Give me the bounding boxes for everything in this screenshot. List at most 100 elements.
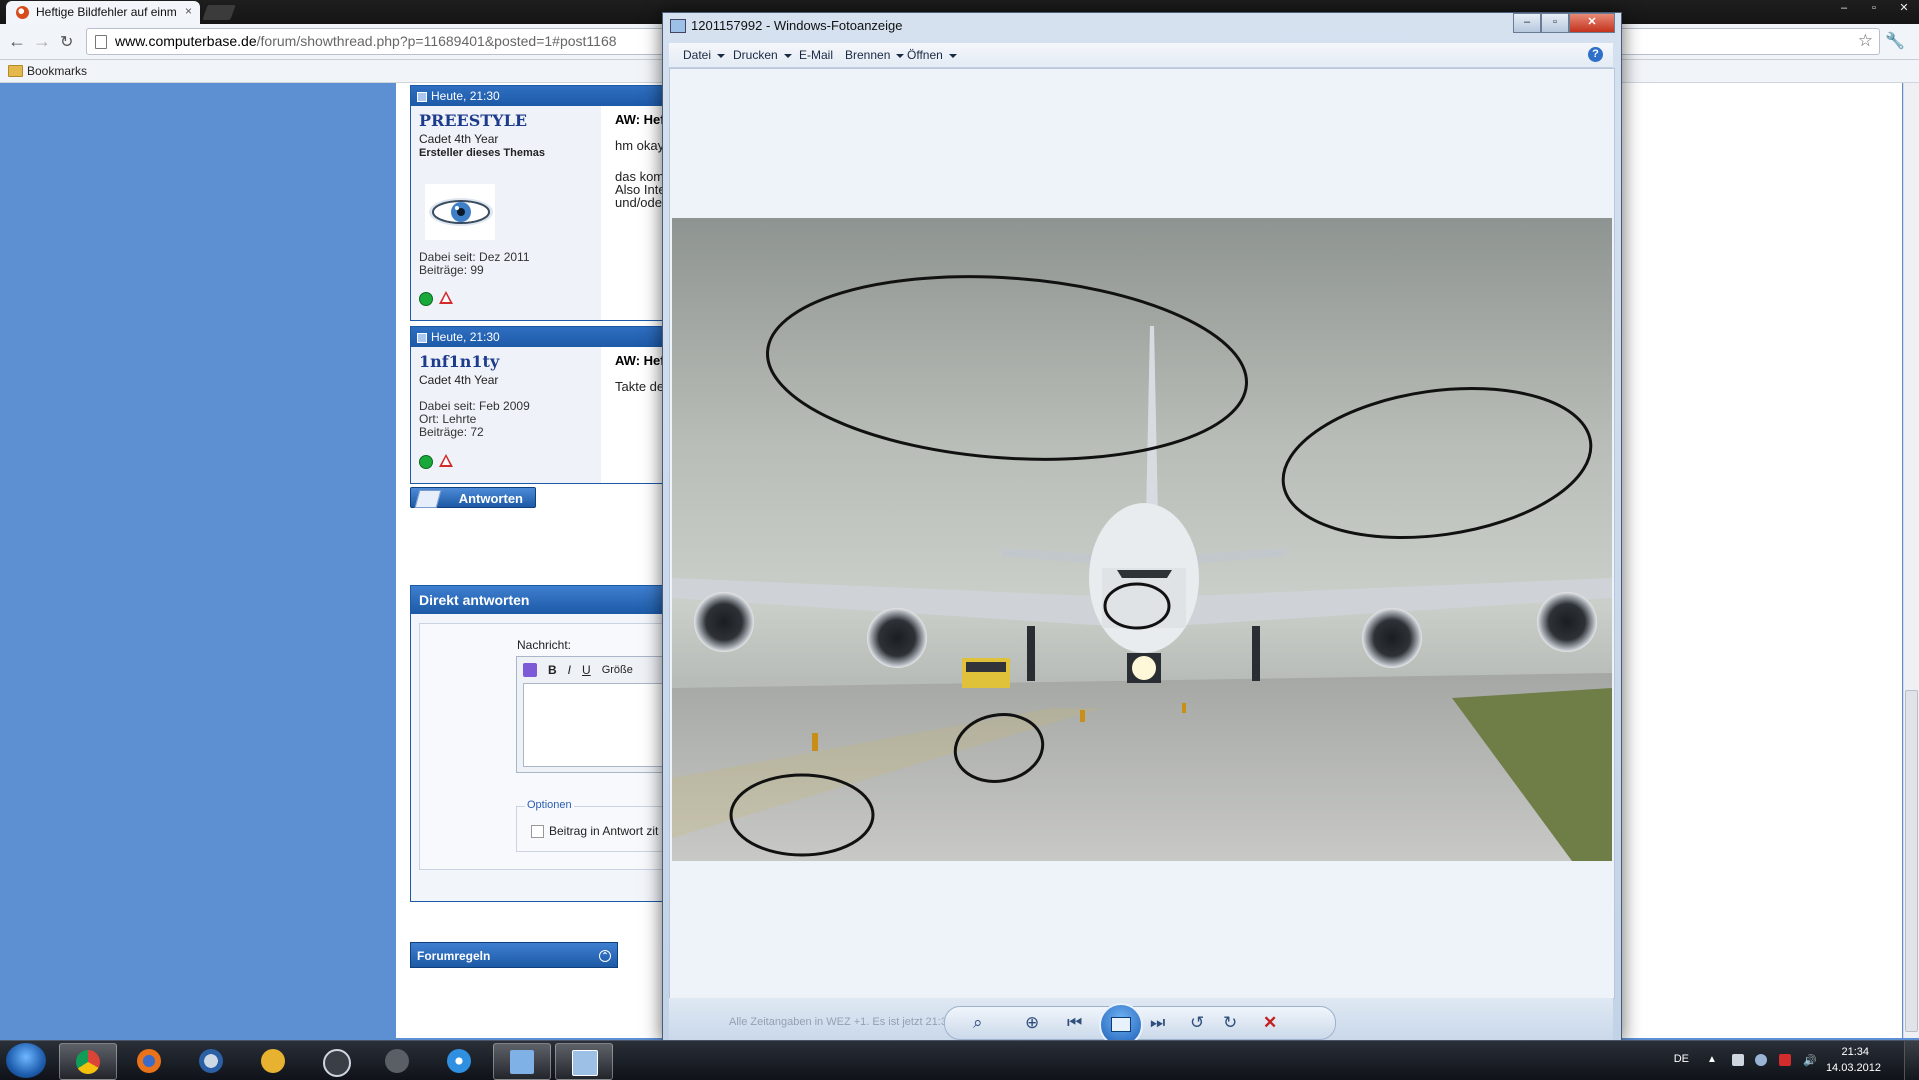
editor-toolbar: B I U Größe: [523, 663, 633, 677]
windows-taskbar: DE ▲ 🔊 21:34 14.03.2012: [0, 1040, 1919, 1080]
photo-viewer-window: 1201157992 - Windows-Fotoanzeige – ▫ ✕ D…: [662, 12, 1622, 1047]
report-warning-icon[interactable]: [439, 454, 453, 467]
taskbar-photo-viewer[interactable]: [555, 1043, 613, 1080]
post-text-line: Takte de: [615, 379, 665, 394]
post-icon: [417, 92, 427, 102]
reply-button-label: Antworten: [458, 491, 523, 506]
taskbar-steam[interactable]: [369, 1043, 425, 1078]
tray-drop-icon[interactable]: [1755, 1054, 1767, 1066]
forum-post: Heute, 21:30 1nf1n1ty Cadet 4th Year Dab…: [410, 326, 692, 484]
previous-icon[interactable]: ⏮: [1067, 1013, 1082, 1033]
menu-email[interactable]: E-Mail: [799, 48, 833, 62]
collapse-icon[interactable]: ⌃: [599, 950, 611, 962]
user-posts: Beiträge: 72: [419, 425, 484, 439]
zoom-icon[interactable]: ⌕: [973, 1013, 983, 1033]
wrench-icon[interactable]: 🔧: [1885, 31, 1905, 51]
minimize-button[interactable]: –: [1829, 0, 1859, 18]
post-title: AW: Heft: [615, 112, 669, 127]
viewer-statusbar: Alle Zeitangaben in WEZ +1. Es ist jetzt…: [669, 998, 1613, 1047]
rotate-right-icon[interactable]: ↻: [1223, 1013, 1237, 1033]
avatar: [425, 184, 495, 240]
rotate-left-icon[interactable]: ↺: [1190, 1013, 1204, 1033]
menu-brennen[interactable]: Brennen: [845, 48, 905, 62]
app-icon: [261, 1049, 285, 1073]
viewer-minimize-button[interactable]: –: [1513, 13, 1541, 33]
pen-icon: [414, 490, 442, 508]
user-rank: Cadet 4th Year: [419, 132, 499, 146]
favicon-icon: [16, 6, 29, 19]
quote-checkbox[interactable]: [531, 825, 544, 838]
reload-icon[interactable]: ↻: [60, 32, 73, 52]
tray-expand-icon[interactable]: ▲: [1707, 1054, 1719, 1066]
photo-viewer-icon: [572, 1050, 598, 1076]
tray-network-icon[interactable]: [1732, 1054, 1744, 1066]
tray-antivirus-icon[interactable]: [1779, 1054, 1791, 1066]
next-icon[interactable]: ⏭: [1150, 1013, 1165, 1033]
menu-oeffnen[interactable]: Öffnen: [907, 48, 957, 62]
help-icon[interactable]: ?: [1588, 47, 1603, 62]
message-label: Nachricht:: [517, 638, 572, 652]
options-fieldset: Optionen Beitrag in Antwort zit: [516, 799, 678, 852]
viewer-titlebar: 1201157992 - Windows-Fotoanzeige – ▫ ✕: [663, 13, 1621, 39]
taskbar-chrome[interactable]: [59, 1043, 117, 1080]
tray-volume-icon[interactable]: 🔊: [1803, 1054, 1817, 1067]
message-textarea[interactable]: [523, 683, 681, 767]
taskbar-firefox[interactable]: [121, 1043, 177, 1078]
menu-drucken[interactable]: Drucken: [733, 48, 792, 62]
online-status-icon: [419, 455, 433, 469]
back-arrow-icon[interactable]: ←: [8, 31, 26, 52]
show-desktop-button[interactable]: [1904, 1041, 1919, 1080]
viewer-maximize-button[interactable]: ▫: [1541, 13, 1569, 33]
post-username[interactable]: 1nf1n1ty: [419, 352, 499, 371]
forward-arrow-icon[interactable]: →: [33, 31, 51, 52]
delete-icon[interactable]: ✕: [1263, 1013, 1277, 1033]
folder-icon: [8, 65, 23, 77]
itunes-icon: [447, 1049, 471, 1073]
message-editor: B I U Größe: [516, 656, 681, 773]
taskbar-itunes[interactable]: [431, 1043, 487, 1078]
editor-mode-icon[interactable]: [523, 663, 537, 677]
new-tab-button[interactable]: [202, 5, 236, 20]
report-warning-icon[interactable]: [439, 291, 453, 304]
post-text-line: hm okay,: [615, 138, 667, 153]
clock-time[interactable]: 21:34: [1841, 1046, 1869, 1058]
viewer-close-button[interactable]: ✕: [1569, 13, 1615, 33]
font-size-select[interactable]: Größe: [602, 664, 633, 676]
post-userinfo: PREESTYLE Cadet 4th Year Ersteller diese…: [411, 106, 601, 320]
bold-button[interactable]: B: [548, 663, 557, 677]
maximize-button[interactable]: ▫: [1859, 0, 1889, 18]
taskbar-thunderbird[interactable]: [183, 1043, 239, 1078]
close-button[interactable]: ✕: [1889, 0, 1919, 18]
quick-reply-form: Nachricht: B I U Größe Optionen Beitrag …: [419, 623, 681, 870]
user-posts: Beiträge: 99: [419, 263, 484, 277]
forum-rules-label: Forumregeln: [417, 949, 491, 963]
menu-datei[interactable]: Datei: [683, 48, 726, 62]
quote-checkbox-label: Beitrag in Antwort zit: [549, 824, 659, 838]
underline-button[interactable]: U: [582, 663, 591, 677]
start-button[interactable]: [6, 1043, 46, 1078]
post-userinfo: 1nf1n1ty Cadet 4th Year Dabei seit: Feb …: [411, 347, 601, 483]
tab-title: Heftige Bildfehler auf einm: [36, 5, 177, 19]
actual-size-icon[interactable]: ⊕: [1025, 1013, 1039, 1033]
language-indicator[interactable]: DE: [1674, 1053, 1689, 1065]
browser-tab[interactable]: Heftige Bildfehler auf einm ×: [6, 1, 200, 24]
post-time: Heute, 21:30: [431, 330, 500, 344]
viewer-canvas: [669, 68, 1615, 999]
reply-button[interactable]: Antworten: [410, 487, 536, 508]
taskbar-control-panel[interactable]: [493, 1043, 551, 1080]
forum-rules-panel[interactable]: Forumregeln ⌃: [410, 942, 618, 968]
firefox-icon: [137, 1049, 161, 1073]
clock-date[interactable]: 14.03.2012: [1826, 1062, 1881, 1074]
italic-button[interactable]: I: [568, 663, 571, 677]
scrollbar-thumb[interactable]: [1905, 690, 1918, 1032]
post-username[interactable]: PREESTYLE: [419, 111, 527, 130]
airplane-photo: [672, 218, 1612, 861]
options-legend: Optionen: [525, 799, 574, 811]
taskbar-app[interactable]: [245, 1043, 301, 1078]
browser-window-controls: – ▫ ✕: [1829, 0, 1919, 18]
bookmarks-folder[interactable]: Bookmarks: [27, 64, 87, 78]
taskbar-app[interactable]: [307, 1043, 363, 1078]
tab-close-icon[interactable]: ×: [185, 4, 192, 18]
star-icon[interactable]: ☆: [1858, 31, 1873, 51]
page-icon: [95, 35, 107, 49]
